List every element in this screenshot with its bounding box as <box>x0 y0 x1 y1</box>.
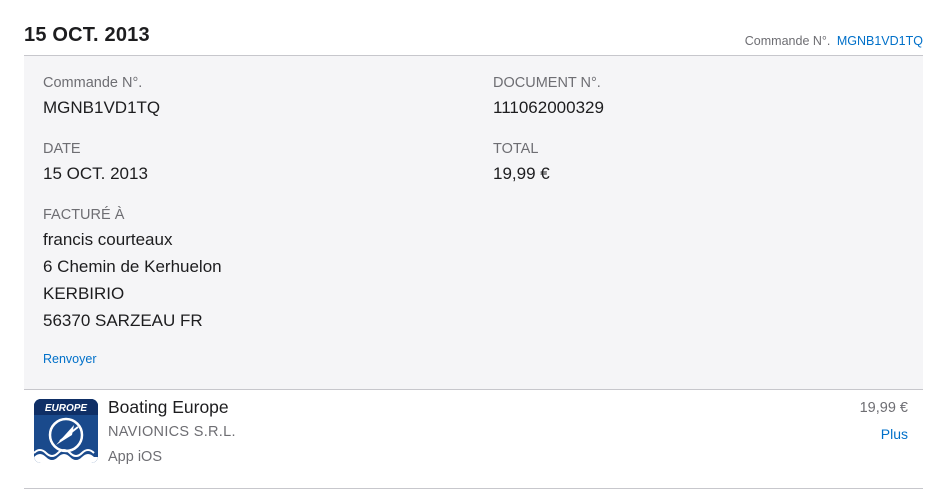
resend-button[interactable]: Renvoyer <box>43 352 97 366</box>
app-icon-label: EUROPE <box>45 403 88 414</box>
receipt-date-heading: 15 OCT. 2013 <box>24 24 150 46</box>
billing-locality: KERBIRIO <box>43 284 125 303</box>
billed-to-field: FACTURÉ À francis courteaux 6 Chemin de … <box>43 206 222 334</box>
date-label: DATE <box>43 141 81 157</box>
billing-address: francis courteaux 6 Chemin de Kerhuelon … <box>43 226 222 334</box>
document-number-label: DOCUMENT N°. <box>493 75 601 91</box>
total-label: TOTAL <box>493 141 539 157</box>
order-details-panel: Commande N°. MGNB1VD1TQ DOCUMENT N°. 111… <box>24 55 923 390</box>
purchased-item-row: EUROPE Boating Europe NAVIONICS S.R.L. A… <box>24 389 923 489</box>
order-number-field: Commande N°. MGNB1VD1TQ <box>43 74 160 118</box>
billed-to-label: FACTURÉ À <box>43 207 125 223</box>
boating-europe-app-icon[interactable]: EUROPE <box>34 399 98 463</box>
order-number-label: Commande N°. <box>43 75 143 91</box>
order-number-value: MGNB1VD1TQ <box>43 98 161 117</box>
app-icon-graphic: EUROPE <box>34 399 98 463</box>
header-order-label: Commande N°. <box>744 34 831 48</box>
date-value: 15 OCT. 2013 <box>43 164 148 183</box>
item-title: Boating Europe <box>108 397 229 417</box>
item-more-link[interactable]: Plus <box>881 426 908 442</box>
document-number-value: 111062000329 <box>493 98 604 117</box>
total-value: 19,99 € <box>493 164 550 183</box>
date-field: DATE 15 OCT. 2013 <box>43 140 148 184</box>
billing-street: 6 Chemin de Kerhuelon <box>43 257 222 276</box>
header-order-info: Commande N°. MGNB1VD1TQ <box>745 34 923 48</box>
item-price: 19,99 € <box>859 400 908 416</box>
item-type: App iOS <box>108 449 162 465</box>
header-order-number-link[interactable]: MGNB1VD1TQ <box>837 34 923 48</box>
billing-name: francis courteaux <box>43 230 173 249</box>
receipt-header: 15 OCT. 2013 Commande N°. MGNB1VD1TQ <box>24 24 923 56</box>
billing-postcode-city: 56370 SARZEAU FR <box>43 311 203 330</box>
document-number-field: DOCUMENT N°. 111062000329 <box>493 74 604 118</box>
total-field: TOTAL 19,99 € <box>493 140 550 184</box>
item-seller: NAVIONICS S.R.L. <box>108 424 236 440</box>
